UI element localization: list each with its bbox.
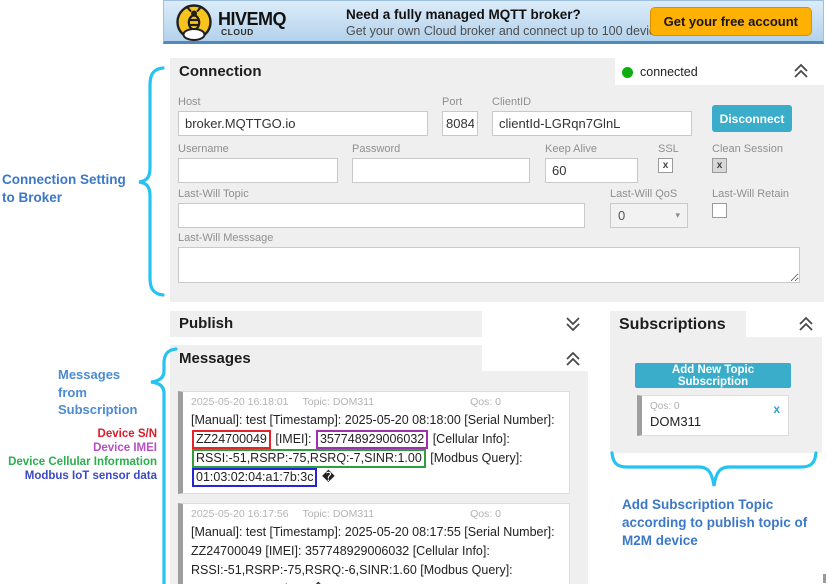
message-text: [IMEI]: [272, 432, 315, 446]
port-label: Port [442, 96, 478, 108]
message-text: [Cellular Info]: [429, 432, 510, 446]
subscription-annotation-label: Add Subscription Topic according to publ… [622, 496, 827, 550]
subscriptions-brace [612, 453, 816, 486]
subscriptions-title: Subscriptions [619, 316, 726, 334]
message-text: ZZ24700049 [IMEI]: 357748929006032 [Cell… [191, 544, 490, 558]
hivemq-cloud-text: CLOUD [221, 27, 254, 37]
password-input[interactable] [352, 158, 530, 183]
ssl-checkbox[interactable]: x [658, 158, 673, 173]
subscription-topic: DOM311 [650, 414, 780, 429]
port-input[interactable] [442, 111, 478, 136]
username-label: Username [178, 143, 338, 155]
connection-status-label: connected [640, 65, 698, 79]
subscriptions-panel: Subscriptions Add New Topic Subscription… [610, 311, 822, 453]
messages-annotation-label: Messages from Subscription [58, 366, 168, 419]
message-card: 2025-05-20 16:17:56 Topic: DOM311 Qos: 0 [M… [178, 503, 570, 584]
clientid-label: ClientID [492, 96, 692, 108]
username-input[interactable] [178, 158, 338, 183]
connection-panel: Connection connected Host Port ClientID … [170, 58, 824, 302]
msg-qos: Qos: 0 [470, 396, 501, 408]
lastwill-qos-value: 0 [618, 208, 625, 223]
lastwill-topic-input[interactable] [178, 203, 585, 228]
screenshot-stage: HIVEMQ CLOUD Need a fully managed MQTT b… [0, 0, 827, 584]
select-arrow-icon: ▾ [675, 210, 680, 221]
device-sn-label: Device S/N [0, 427, 157, 441]
messages-panel: Messages 2025-05-20 16:18:01 Topic: DOM31… [170, 345, 588, 584]
message-body: [Manual]: test [Timestamp]: 2025-05-20 0… [191, 523, 561, 584]
connection-title: Connection [179, 63, 262, 80]
messages-title: Messages [179, 350, 251, 367]
host-input[interactable] [178, 111, 428, 136]
password-label: Password [352, 143, 530, 155]
keepalive-input[interactable] [545, 158, 638, 183]
highlight-purple-box: 357748929006032 [316, 430, 428, 449]
connected-status-dot-icon [622, 67, 633, 78]
highlight-blue-box: 01:03:02:04:a1:7b:3c [192, 468, 317, 487]
device-cellular-label: Device Cellular Information [0, 455, 157, 469]
lastwill-retain-checkbox[interactable] [712, 203, 727, 218]
message-text: [Manual]: test [Timestamp]: 2025-05-20 0… [191, 413, 555, 427]
publish-section: Publish [170, 311, 588, 337]
lastwill-qos-select[interactable]: 0 ▾ [610, 203, 688, 228]
clean-session-checkbox[interactable]: x [712, 158, 727, 173]
message-text: [Manual]: test [Timestamp]: 2025-05-20 0… [191, 525, 555, 539]
clean-session-label: Clean Session [712, 143, 783, 155]
disconnect-button[interactable]: Disconnect [712, 105, 792, 132]
msg-timestamp: 2025-05-20 16:17:56 [191, 508, 289, 520]
hivemq-bee-logo-icon [174, 3, 214, 43]
highlight-red-box: ZZ24700049 [192, 430, 271, 449]
subscriptions-collapse-icon[interactable] [797, 316, 815, 332]
connection-status: connected [622, 65, 698, 79]
message-header: 2025-05-20 16:17:56 Topic: DOM311 Qos: 0 [191, 508, 561, 520]
subscription-qos: Qos: 0 [650, 401, 780, 412]
subscription-card: Qos: 0 DOM311x [637, 395, 789, 436]
hivemq-cloud-banner: HIVEMQ CLOUD Need a fully managed MQTT b… [163, 0, 824, 44]
get-free-account-button[interactable]: Get your free account [650, 7, 812, 36]
connection-collapse-icon[interactable] [792, 63, 810, 79]
remove-subscription-button[interactable]: x [773, 402, 780, 416]
lastwill-topic-label: Last-Will Topic [178, 188, 585, 200]
message-header: 2025-05-20 16:18:01 Topic: DOM311 Qos: 0 [191, 396, 561, 408]
message-list: 2025-05-20 16:18:01 Topic: DOM311 Qos: 0 [M… [178, 391, 570, 584]
connection-annotation-label: Connection Setting to Broker [2, 171, 152, 206]
lastwill-message-label: Last-Will Messsage [178, 232, 800, 244]
subscription-list: Qos: 0 DOM311x [637, 395, 789, 442]
message-body: [Manual]: test [Timestamp]: 2025-05-20 0… [191, 411, 561, 487]
lastwill-qos-label: Last-Will QoS [610, 188, 688, 200]
message-text: [Modbus Query]: [427, 451, 523, 465]
message-card: 2025-05-20 16:18:01 Topic: DOM311 Qos: 0 [M… [178, 391, 570, 494]
publish-expand-icon[interactable] [564, 316, 582, 332]
add-new-topic-subscription-button[interactable]: Add New Topic Subscription [635, 363, 791, 388]
msg-topic: Topic: DOM311 [303, 508, 375, 520]
message-text: � [318, 470, 334, 484]
modbus-sensor-label: Modbus IoT sensor data [0, 469, 157, 483]
device-field-legend: Device S/N Device IMEI Device Cellular I… [0, 427, 157, 483]
message-text: RSSI:-51,RSRP:-75,RSRQ:-6,SINR:1.60 [Mod… [191, 563, 513, 577]
scrollbar-fragment [823, 574, 826, 583]
msg-topic: Topic: DOM311 [303, 396, 375, 408]
messages-collapse-icon[interactable] [564, 351, 582, 367]
lastwill-message-textarea[interactable] [178, 247, 800, 283]
msg-timestamp: 2025-05-20 16:18:01 [191, 396, 289, 408]
publish-title: Publish [179, 315, 233, 332]
lastwill-retain-label: Last-Will Retain [712, 188, 789, 200]
clientid-input[interactable] [492, 111, 692, 136]
msg-qos: Qos: 0 [470, 508, 501, 520]
host-label: Host [178, 96, 428, 108]
ssl-label: SSL [658, 143, 679, 155]
highlight-green-box: RSSI:-51,RSRP:-75,RSRQ:-7,SINR:1.00 [192, 449, 426, 468]
keepalive-label: Keep Alive [545, 143, 638, 155]
banner-headline: Need a fully managed MQTT broker? [346, 7, 581, 22]
device-imei-label: Device IMEI [0, 441, 157, 455]
